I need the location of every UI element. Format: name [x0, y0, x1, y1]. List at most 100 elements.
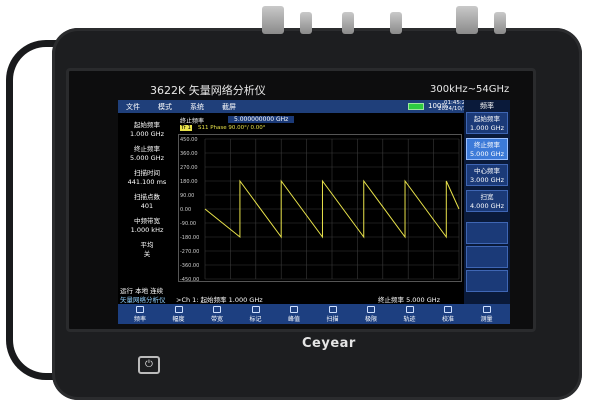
function-button-label: 标记: [249, 316, 262, 323]
port-connector-1: [262, 6, 284, 34]
function-button-label: 轨迹: [403, 316, 416, 323]
trace-header: Tr 1 S11 Phase 90.00°/ 0.00°: [178, 125, 462, 133]
softkey-value: 5.000 GHz: [469, 150, 504, 158]
y-tick-label: 270.00: [180, 165, 198, 171]
function-button-label: 极限: [364, 316, 377, 323]
function-button-label: 扫描: [326, 316, 339, 323]
average-value: 关: [143, 250, 151, 258]
trace-tag[interactable]: Tr 1: [180, 125, 193, 131]
sweep-points-label: 扫描点数: [134, 193, 160, 201]
calibration-icon: [444, 306, 452, 313]
softkey-value: 4.000 GHz: [469, 202, 504, 210]
function-button-5[interactable]: 峰值: [278, 304, 310, 324]
function-button-8[interactable]: 轨迹: [394, 304, 426, 324]
marker-icon: [251, 306, 260, 313]
menu-screenshot[interactable]: 截屏: [222, 102, 236, 112]
function-button-10[interactable]: 测量: [471, 304, 503, 324]
y-tick-label: -180.00: [180, 235, 199, 241]
softkey-label: 中心频率: [474, 167, 500, 175]
port-connector-6: [494, 12, 506, 34]
status-row: 运行 本地 连续 矢量网络分析仪 >Ch 1: 起始频率 1.000 GHz 终…: [118, 284, 464, 304]
y-tick-label: 450.00: [180, 137, 198, 143]
port-connector-5: [456, 6, 478, 34]
device-range: 300kHz~54GHz: [430, 84, 510, 95]
function-button-3[interactable]: 带宽: [201, 304, 233, 324]
trace-icon: [405, 306, 414, 313]
amplitude-icon: [174, 306, 183, 313]
bandwidth-icon: [213, 306, 221, 313]
status-line2: 矢量网络分析仪: [120, 296, 166, 304]
function-button-1[interactable]: 频率: [124, 304, 156, 324]
average-label: 平均: [140, 241, 154, 249]
power-button[interactable]: ⏻: [138, 356, 160, 374]
brand-logo: Ceyear: [302, 336, 356, 351]
function-button-4[interactable]: 标记: [240, 304, 272, 324]
measure-icon: [482, 306, 491, 313]
top-menu-bar: 文件 模式 系统 截屏 100% 01:45:28 2024/10/17: [118, 100, 510, 113]
y-tick-label: -270.00: [180, 249, 199, 255]
stop-freq-label: 终止频率: [134, 145, 160, 153]
softkey-header: 频率: [480, 102, 494, 110]
softkey-panel: 频率 起始频率 1.000 GHz 终止频率 5.000 GHz 中心频率 3.000 G…: [464, 100, 510, 324]
function-button-label: 频率: [133, 316, 146, 323]
marker-readout-right: 终止频率 5.000 GHz: [378, 296, 441, 304]
softkey-label: 扫宽: [480, 193, 494, 201]
entry-bar: 终止频率 5.000000000 GHz: [178, 114, 462, 125]
softkey-2[interactable]: 终止频率 5.000 GHz: [466, 138, 508, 160]
function-button-label: 测量: [480, 316, 493, 323]
if-bw-value: 1.000 kHz: [130, 226, 164, 234]
phase-chart-svg: 450.00 360.00 270.00 180.00 90.00 0.00 -90.00 -…: [180, 137, 460, 283]
stop-freq-value: 5.000 GHz: [129, 154, 164, 162]
function-button-label: 幅度: [172, 316, 185, 323]
softkey-empty-2[interactable]: [466, 246, 508, 268]
sweep-icon: [328, 306, 337, 313]
function-button-6[interactable]: 扫描: [317, 304, 349, 324]
if-bw-label: 中频带宽: [134, 217, 160, 225]
limit-icon: [367, 306, 375, 313]
softkey-3[interactable]: 中心频率 3.000 GHz: [466, 164, 508, 186]
port-connector-4: [390, 12, 402, 34]
device-title: 3622K 矢量网络分析仪: [150, 84, 266, 97]
trace-description: S11 Phase 90.00°/ 0.00°: [198, 125, 266, 131]
softkey-value: 1.000 GHz: [469, 124, 504, 132]
softkey-4[interactable]: 扫宽 4.000 GHz: [466, 190, 508, 212]
function-bar: 频率 幅度 带宽 标记 峰值 扫描 极限 轨迹 校准 测量: [118, 304, 510, 324]
softkey-label: 终止频率: [474, 141, 500, 149]
softkey-label: 起始频率: [474, 115, 500, 123]
menu-mode[interactable]: 模式: [158, 102, 172, 112]
menu-file[interactable]: 文件: [126, 102, 140, 112]
function-button-label: 校准: [441, 316, 454, 323]
analyzer-screen: 文件 模式 系统 截屏 100% 01:45:28 2024/10/17 起始频…: [118, 100, 510, 324]
function-button-2[interactable]: 幅度: [163, 304, 195, 324]
battery-icon: [408, 103, 424, 110]
peak-icon: [290, 306, 298, 313]
y-tick-label: -360.00: [180, 263, 199, 269]
softkey-empty-1[interactable]: [466, 222, 508, 244]
phase-plot: 450.00 360.00 270.00 180.00 90.00 0.00 -90.00 -…: [178, 134, 462, 283]
menu-system[interactable]: 系统: [190, 102, 204, 112]
entry-value[interactable]: 5.000000000 GHz: [228, 116, 295, 123]
port-connector-2: [300, 12, 312, 34]
y-tick-label: -90.00: [180, 221, 196, 227]
start-freq-label: 起始频率: [134, 121, 160, 129]
frequency-icon: [136, 306, 144, 313]
y-tick-label: 360.00: [180, 151, 198, 157]
sweep-time-value: 441.100 ms: [127, 178, 167, 186]
function-button-9[interactable]: 校准: [432, 304, 464, 324]
y-tick-label: 90.00: [180, 193, 194, 199]
y-tick-label: 0.00: [180, 207, 191, 213]
settings-panel: 起始频率 1.000 GHz 终止频率 5.000 GHz 扫描时间 441.1…: [118, 113, 176, 283]
entry-label: 终止频率: [180, 118, 205, 125]
sweep-points-value: 401: [140, 202, 154, 210]
softkey-1[interactable]: 起始频率 1.000 GHz: [466, 112, 508, 134]
softkey-value: 3.000 GHz: [469, 176, 504, 184]
function-button-7[interactable]: 极限: [355, 304, 387, 324]
sweep-time-label: 扫描时间: [134, 169, 160, 177]
y-tick-label: -450.00: [180, 277, 199, 283]
port-connector-3: [342, 12, 354, 34]
function-button-label: 峰值: [287, 316, 300, 323]
softkey-empty-3[interactable]: [466, 270, 508, 292]
marker-readout-left: >Ch 1: 起始频率 1.000 GHz: [176, 296, 263, 304]
start-freq-value: 1.000 GHz: [129, 130, 164, 138]
power-icon: ⏻: [145, 359, 153, 370]
